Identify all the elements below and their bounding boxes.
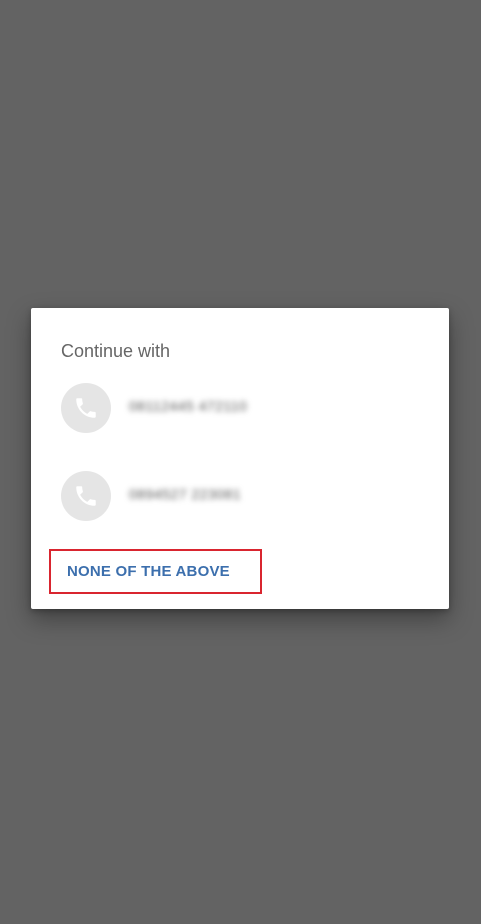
none-of-the-above-button[interactable]: NONE OF THE ABOVE — [49, 549, 262, 594]
account-option-2[interactable]: 0894527 223081 — [61, 471, 421, 521]
phone-number: 08112445 472110 — [129, 398, 248, 414]
phone-icon — [76, 398, 96, 418]
account-option-1[interactable]: 08112445 472110 — [61, 383, 421, 433]
phone-avatar — [61, 383, 111, 433]
phone-icon — [76, 486, 96, 506]
dialog-title: Continue with — [61, 341, 171, 361]
phone-avatar — [61, 471, 111, 521]
account-picker-dialog: Continue with 08112445 472110 0894527 22… — [31, 308, 449, 609]
phone-number: 0894527 223081 — [129, 486, 242, 502]
